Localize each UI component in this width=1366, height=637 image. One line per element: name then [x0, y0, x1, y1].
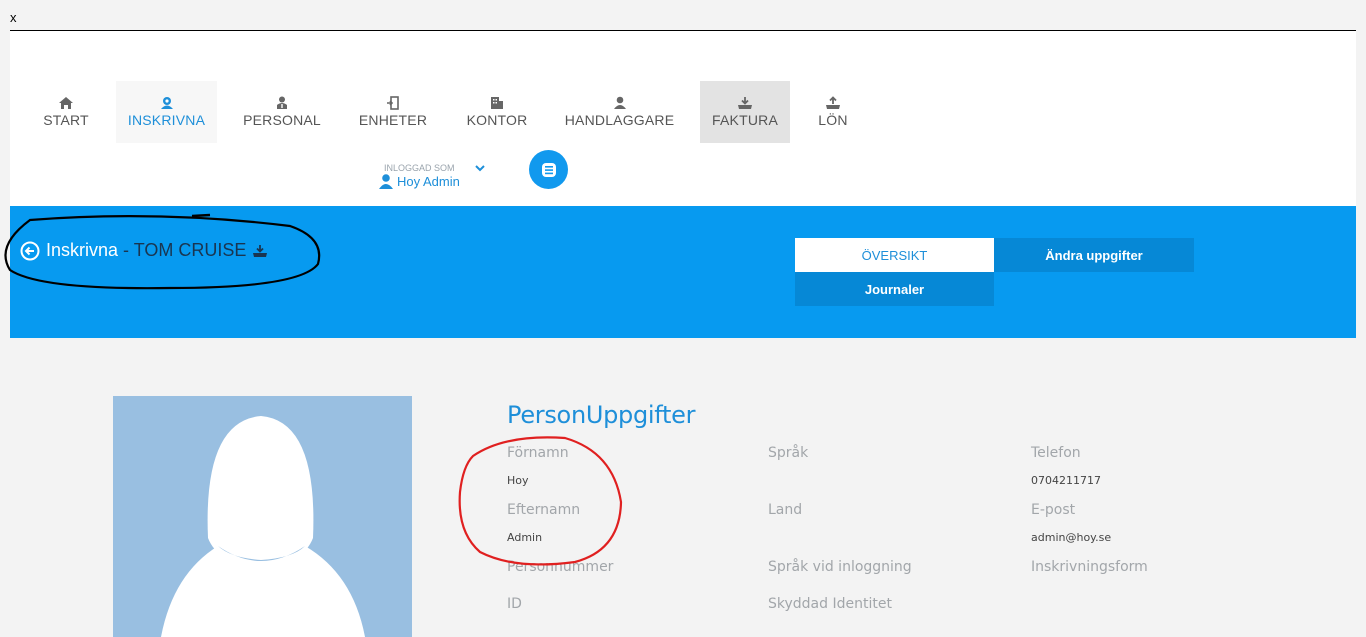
skyddad-identitet-label: Skyddad Identitet — [768, 596, 892, 612]
nav-personal-label: PERSONAL — [243, 112, 321, 128]
avatar — [113, 396, 412, 637]
sprak-label: Språk — [768, 445, 809, 461]
telefon-value: 0704211717 — [1031, 474, 1101, 487]
page-title-section: Inskrivna — [46, 240, 119, 260]
download-icon[interactable] — [252, 244, 268, 258]
id-label: ID — [507, 596, 522, 612]
epost-label: E-post — [1031, 502, 1076, 518]
users-icon — [160, 97, 173, 109]
tab-andra-uppgifter[interactable]: Ändra uppgifter — [994, 238, 1194, 272]
nav-lon[interactable]: LÖN — [810, 81, 856, 143]
telefon-label: Telefon — [1031, 445, 1081, 461]
nav-handlaggare[interactable]: HANDLAGGARE — [562, 81, 677, 143]
logged-in-caption: INLOGGAD SOM — [384, 163, 455, 173]
main-nav: START INSKRIVNA PERSONAL ENHETER KONTOR … — [0, 81, 1366, 143]
close-button[interactable]: x — [10, 10, 17, 25]
calculator-button[interactable] — [529, 150, 568, 189]
calculator-icon — [541, 162, 556, 177]
tab-oversikt[interactable]: ÖVERSIKT — [795, 238, 994, 272]
avatar-placeholder-icon — [161, 416, 365, 637]
nav-start-label: START — [43, 112, 89, 128]
tray-download-icon — [738, 97, 752, 109]
nav-inskrivna[interactable]: INSKRIVNA — [116, 81, 217, 143]
nav-inskrivna-label: INSKRIVNA — [127, 112, 206, 128]
back-arrow-icon[interactable] — [20, 241, 40, 261]
staff-icon — [277, 96, 287, 109]
nav-kontor[interactable]: KONTOR — [462, 81, 532, 143]
tray-upload-icon — [826, 96, 840, 109]
nav-handlaggare-label: HANDLAGGARE — [564, 112, 675, 128]
logged-in-username: Hoy Admin — [397, 173, 460, 189]
user-icon — [379, 174, 393, 189]
land-label: Land — [768, 502, 803, 518]
building-icon — [491, 97, 503, 109]
home-icon — [59, 97, 73, 109]
sprak-vid-inloggning-label: Språk vid inloggning — [768, 559, 912, 575]
section-title: PersonUppgifter — [507, 401, 696, 429]
nav-personal[interactable]: PERSONAL — [240, 81, 324, 143]
logged-in-user-row: Hoy Admin — [378, 173, 460, 189]
nav-enheter[interactable]: ENHETER — [355, 81, 431, 143]
epost-value: admin@hoy.se — [1031, 531, 1112, 544]
nav-kontor-label: KONTOR — [466, 112, 528, 128]
page-title: Inskrivna - TOM CRUISE — [20, 240, 268, 261]
door-icon — [387, 96, 399, 110]
nav-start[interactable]: START — [37, 81, 95, 143]
tab-journaler[interactable]: Journaler — [795, 272, 994, 306]
page-title-person: - TOM CRUISE — [123, 240, 247, 260]
annotation-red-ellipse — [458, 436, 623, 566]
nav-faktura[interactable]: FAKTURA — [700, 81, 790, 143]
nav-lon-label: LÖN — [818, 112, 848, 128]
nav-faktura-label: FAKTURA — [712, 112, 778, 128]
nav-enheter-label: ENHETER — [358, 112, 428, 128]
user-icon — [613, 96, 626, 109]
chevron-down-icon[interactable] — [474, 162, 486, 174]
inskrivningsform-label: Inskrivningsform — [1031, 559, 1148, 575]
